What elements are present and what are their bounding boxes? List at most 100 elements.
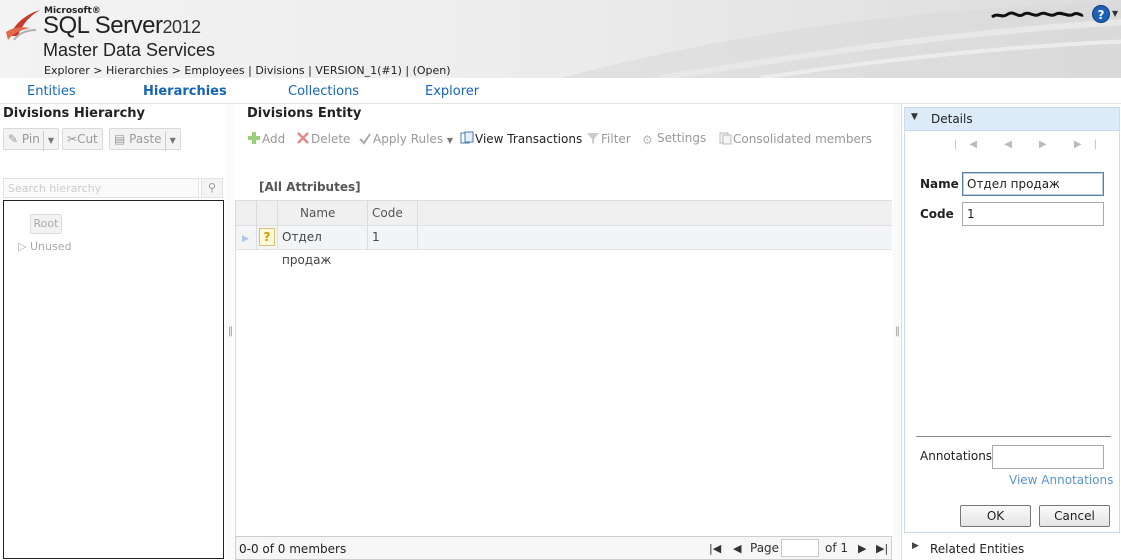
row-selector[interactable]: ▶ [236,226,257,250]
paste-label: Paste [129,132,162,146]
paste-icon: ▤ [114,132,126,146]
settings-button[interactable]: ⚙ Settings [642,131,706,147]
view-transactions-icon [460,131,474,144]
pin-dropdown-icon[interactable]: ▼ [42,131,54,151]
cell-name[interactable]: Отдел продаж [278,226,368,267]
paste-dropdown-icon[interactable]: ▼ [164,131,176,151]
prev-page-icon[interactable]: ◀ [733,542,741,555]
redacted-user-name [991,11,1084,19]
consolidated-members-label: Consolidated members [733,132,873,146]
delete-label: Delete [311,132,351,146]
nav-collections[interactable]: Collections [288,84,359,99]
paste-button[interactable]: ▤ Paste ▼ [109,128,181,151]
details-header[interactable]: ▼ Details [904,107,1120,131]
tree-unused-label: Unused [29,240,72,253]
view-transactions-button[interactable]: View Transactions [460,131,582,146]
help-dropdown-icon[interactable]: ▼ [1112,9,1118,18]
entity-panel: Divisions Entity Add Delete Apply Rules … [235,104,892,560]
hierarchy-title: Divisions Hierarchy [3,106,146,121]
filter-button[interactable]: Filter [586,131,631,146]
grid-header-status-col [257,201,278,226]
pin-label: Pin [21,132,40,146]
name-field[interactable]: Отдел продаж [962,172,1104,196]
app-header: Microsoft® SQL Server2012 Master Data Se… [0,0,1121,78]
delete-button[interactable]: Delete [296,131,350,146]
details-panel: ▼ Details |◀ ◀ ▶ ▶| Name Отдел продаж Co… [901,104,1121,560]
members-grid: Name Code ▶ ? Отдел продаж 1 [235,200,892,536]
collapse-icon[interactable]: ▼ [911,112,918,122]
delete-icon [297,132,309,144]
details-divider [916,436,1111,437]
entity-title: Divisions Entity [247,106,362,121]
tree-root-node[interactable]: Root [30,214,62,234]
settings-label: Settings [657,131,707,145]
details-title: Details [931,112,973,126]
annotations-label: Annotations [920,449,993,463]
consolidated-members-button[interactable]: Consolidated members [718,131,872,146]
add-icon [248,132,260,144]
page-number-input[interactable] [781,539,819,557]
consolidated-members-icon [719,132,732,145]
ok-button[interactable]: OK [960,505,1031,527]
table-row[interactable]: ▶ ? Отдел продаж 1 [236,226,892,267]
next-page-icon[interactable]: ▶ [858,542,866,555]
grid-header-arrow-col [236,201,257,226]
grid-pager: 0-0 of 0 members |◀ ◀ Page of 1 ▶ ▶| [235,536,892,560]
hierarchy-tree: Root ▷ Unused [3,200,224,559]
apply-rules-dropdown-icon[interactable]: ▼ [447,136,453,145]
product-title: SQL Server [43,12,163,39]
apply-rules-icon [359,133,371,145]
add-button[interactable]: Add [247,131,285,146]
pin-icon: ✎ [8,132,19,146]
record-nav-icons[interactable]: |◀ ◀ ▶ ▶| [954,139,1109,150]
product-name: SQL Server2012 [43,12,201,40]
nav-hierarchies[interactable]: Hierarchies [143,84,227,99]
search-icon[interactable]: ⚲ [201,178,223,198]
attribute-group-selector[interactable]: [All Attributes] [259,180,361,194]
page-label: Page [750,541,780,555]
name-label: Name [920,177,959,191]
code-field[interactable]: 1 [962,202,1104,226]
last-page-icon[interactable]: ▶| [876,542,888,555]
left-splitter[interactable]: ‖ [226,104,234,560]
pin-button[interactable]: ✎ Pin ▼ [3,128,59,151]
expand-icon[interactable]: ▶ [912,541,919,551]
help-icon[interactable]: ? [1092,5,1110,23]
filter-icon [587,133,599,144]
row-arrow-icon: ▶ [242,234,249,244]
cut-button[interactable]: ✂Cut [62,128,103,150]
column-header-code[interactable]: Code [368,201,418,226]
page-total: of 1 [825,541,849,555]
member-count: 0-0 of 0 members [239,542,347,556]
cell-code[interactable]: 1 [368,226,418,250]
annotations-field[interactable] [992,445,1104,469]
tree-unused-node[interactable]: ▷ Unused [18,240,71,253]
related-entities-header[interactable]: ▶ Related Entities [904,537,1120,559]
hierarchy-panel: Divisions Hierarchy ✎ Pin ▼ ✂Cut ▤ Paste ▼… [0,104,226,560]
right-splitter[interactable]: ‖ [893,104,901,560]
code-label: Code [920,207,954,221]
product-year: 2012 [162,17,202,37]
main-nav: Entities Hierarchies Collections Explore… [0,78,1121,104]
splitter-grip-icon: ‖ [895,326,900,337]
row-status-cell: ? [257,226,278,250]
splitter-grip-icon: ‖ [228,326,233,337]
validation-unknown-icon: ? [259,228,275,246]
product-subtitle: Master Data Services [43,40,216,60]
search-hierarchy-input[interactable]: Search hierarchy [3,178,199,198]
first-page-icon[interactable]: |◀ [709,542,721,555]
details-body: |◀ ◀ ▶ ▶| Name Отдел продаж Code 1 Annot… [904,131,1120,533]
view-annotations-link[interactable]: View Annotations [1009,473,1113,487]
gear-icon: ⚙ [642,133,653,147]
cut-label: Cut [77,132,98,146]
cancel-button[interactable]: Cancel [1039,505,1110,527]
column-header-name[interactable]: Name [278,201,368,226]
related-entities-title: Related Entities [930,542,1025,556]
nav-explorer[interactable]: Explorer [425,84,479,99]
add-label: Add [262,132,286,146]
breadcrumb: Explorer > Hierarchies > Employees | Div… [44,64,451,77]
apply-rules-button[interactable]: Apply Rules ▼ [358,131,453,146]
nav-entities[interactable]: Entities [27,84,76,99]
expand-icon[interactable]: ▷ [18,240,26,253]
sql-server-logo-icon [6,10,40,41]
